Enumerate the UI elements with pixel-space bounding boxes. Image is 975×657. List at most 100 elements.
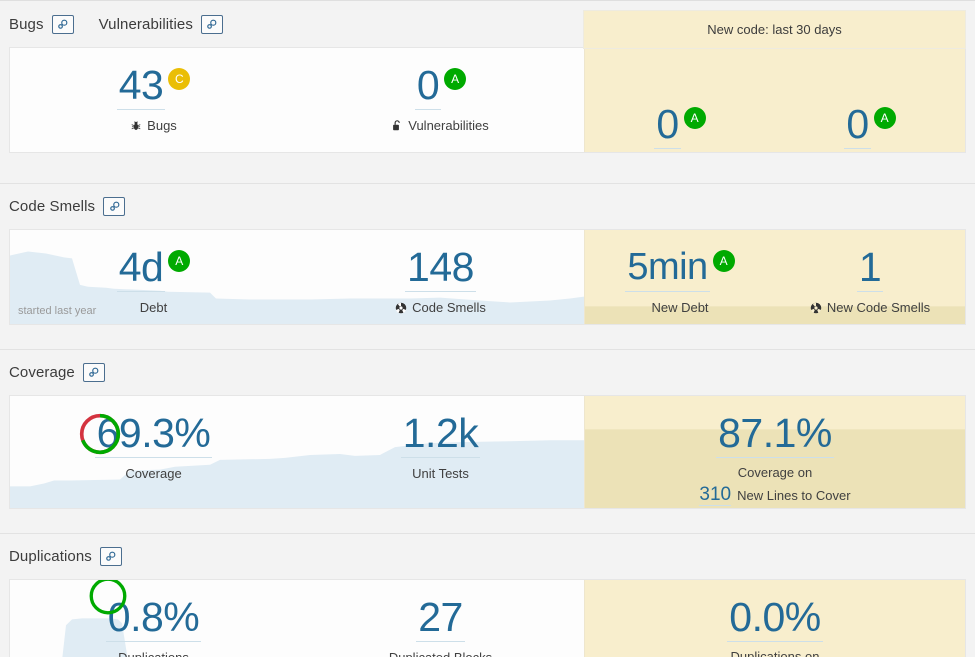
unit-tests-value[interactable]: 1.2k (400, 410, 481, 458)
debt-value[interactable]: 4d (116, 244, 166, 292)
measure-value-row: 0.8% (10, 594, 297, 642)
debt-rating-badge[interactable]: A (168, 250, 191, 272)
new-duplications-sub-line1: Duplications on (730, 649, 820, 657)
new-coverage-sublabel: Coverage on 310 New Lines to Cover (585, 464, 965, 506)
pane-overall-bugs: 43 C Bugs 0 A Vulnerabilities (10, 48, 584, 152)
pane-overall-code-smells: started last year 4d A Debt 148 Code Sme… (10, 230, 584, 324)
new-code-banner-label: New code: last 30 days (707, 22, 842, 37)
section-title-duplications: Duplications (9, 548, 92, 565)
code-smells-start-note: started last year (18, 305, 97, 317)
measure-duplicated-blocks: 27 Duplicated Blocks (297, 580, 584, 657)
duplicated-blocks-value[interactable]: 27 (416, 594, 465, 642)
card-coverage: 69.3% Coverage 1.2k Unit Tests 87.1% Cov… (9, 395, 966, 509)
measures-overall-bugs: 43 C Bugs 0 A Vulnerabilities (10, 48, 584, 152)
new-lines-to-cover-value[interactable]: 310 (699, 484, 732, 506)
bug-icon (130, 120, 142, 132)
quality-overview-page: Bugs Vulnerabilities New code: last 30 d… (0, 0, 975, 657)
measure-label: Unit Tests (297, 466, 584, 481)
pane-newcode-coverage: 87.1% Coverage on 310 New Lines to Cover (584, 396, 965, 508)
measure-label: Code Smells (297, 300, 584, 315)
duplicated-blocks-label: Duplicated Blocks (389, 650, 492, 657)
vulnerabilities-rating-badge[interactable]: A (444, 68, 467, 90)
measures-newcode-bugs: 0 A New Bugs 0 A (585, 87, 965, 152)
new-bugs-rating-badge[interactable]: A (683, 107, 706, 129)
new-coverage-sub-line1: Coverage on (737, 465, 813, 480)
section-title-vulnerabilities: Vulnerabilities (98, 15, 193, 33)
vulnerabilities-value[interactable]: 0 (414, 62, 442, 110)
new-debt-value[interactable]: 5min (625, 244, 710, 292)
measure-code-smells: 148 Code Smells (297, 230, 584, 315)
new-bugs-value[interactable]: 0 (654, 101, 681, 149)
measures-newcode-coverage: 87.1% Coverage on 310 New Lines to Cover (585, 396, 965, 508)
measure-value-row: 0 A (585, 101, 775, 149)
new-debt-rating-badge[interactable]: A (712, 250, 735, 272)
measure-value-row: 0.0% (585, 594, 965, 642)
bugs-value[interactable]: 43 (116, 62, 166, 110)
section-header-code-smells: Code Smells (0, 183, 975, 229)
new-vulnerabilities-rating-badge[interactable]: A (873, 107, 896, 129)
measure-duplications: 0.8% Duplications (10, 580, 297, 657)
new-duplications-value[interactable]: 0.0% (727, 594, 823, 642)
link-icon[interactable] (99, 547, 122, 566)
coverage-donut (76, 410, 124, 463)
pane-overall-duplications: 0.8% Duplications 27 Duplicated Blocks (10, 580, 584, 657)
measure-value-row: 4d A (10, 244, 297, 292)
code-smell-icon (810, 302, 822, 314)
open-lock-icon (392, 119, 403, 132)
new-lines-to-cover-label: New Lines to Cover (737, 488, 851, 503)
measure-value-row: 43 C (10, 62, 297, 110)
pane-newcode-duplications: 0.0% Duplications on 2.9k New Lines (584, 580, 965, 657)
new-coverage-sub-row: 310 New Lines to Cover (585, 484, 965, 506)
link-icon[interactable] (103, 197, 126, 216)
code-smells-value[interactable]: 148 (405, 244, 476, 292)
link-icon[interactable] (200, 14, 223, 34)
bugs-rating-badge[interactable]: C (168, 68, 191, 90)
measure-value-row: 5min A (585, 244, 775, 292)
measure-value-row: 27 (297, 594, 584, 642)
pane-overall-coverage: 69.3% Coverage 1.2k Unit Tests (10, 396, 584, 508)
measure-label: Duplicated Blocks (297, 650, 584, 657)
new-code-banner: New code: last 30 days (583, 10, 966, 49)
measure-new-coverage: 87.1% Coverage on 310 New Lines to Cover (585, 396, 965, 506)
section-title-coverage: Coverage (9, 364, 75, 381)
section-title-bugs: Bugs (9, 15, 44, 33)
measure-label: New Code Smells (775, 300, 965, 315)
measure-new-vulnerabilities: 0 A New Vulnerabilities (775, 87, 965, 152)
new-coverage-value[interactable]: 87.1% (716, 410, 834, 458)
code-smell-icon (395, 302, 407, 314)
measure-label: New Debt (585, 300, 775, 315)
measure-label: Coverage (10, 466, 297, 481)
measures-newcode-duplications: 0.0% Duplications on 2.9k New Lines (585, 580, 965, 657)
link-icon[interactable] (51, 14, 74, 34)
measure-vulnerabilities: 0 A Vulnerabilities (297, 48, 584, 133)
measure-value-row: 148 (297, 244, 584, 292)
duplications-label: Duplications (118, 650, 189, 657)
bugs-label: Bugs (147, 118, 177, 133)
card-bugs-vulnerabilities: 43 C Bugs 0 A Vulnerabilities 0 A 0 A (9, 47, 966, 153)
new-code-smells-value[interactable]: 1 (856, 244, 884, 292)
measure-value-row: 1 (775, 244, 965, 292)
measure-new-bugs: 0 A New Bugs (585, 87, 775, 152)
link-icon[interactable] (82, 363, 105, 382)
new-duplications-sublabel: Duplications on 2.9k New Lines (585, 648, 965, 657)
duplications-donut (86, 580, 130, 623)
new-code-smells-label: New Code Smells (826, 300, 931, 315)
measure-value-row: 0 A (775, 101, 965, 149)
measures-newcode-code-smells: 5min A New Debt 1 New Code Smells (585, 230, 965, 324)
measure-value-row: 69.3% (10, 410, 297, 458)
section-header-coverage: Coverage (0, 349, 975, 395)
new-debt-label: New Debt (651, 300, 709, 315)
new-vulnerabilities-value[interactable]: 0 (844, 101, 871, 149)
measure-value-row: 1.2k (297, 410, 584, 458)
debt-label: Debt (139, 300, 168, 315)
measure-bugs: 43 C Bugs (10, 48, 297, 133)
measure-new-code-smells: 1 New Code Smells (775, 230, 965, 315)
measure-debt: 4d A Debt (10, 230, 297, 315)
measure-value-row: 0 A (297, 62, 584, 110)
measure-unit-tests: 1.2k Unit Tests (297, 396, 584, 481)
pane-newcode-code-smells: 5min A New Debt 1 New Code Smells (584, 230, 965, 324)
measure-new-duplications: 0.0% Duplications on 2.9k New Lines (585, 580, 965, 657)
vulnerabilities-label: Vulnerabilities (408, 118, 489, 133)
pane-newcode-bugs: 0 A New Bugs 0 A (584, 48, 965, 152)
measure-coverage: 69.3% Coverage (10, 396, 297, 481)
